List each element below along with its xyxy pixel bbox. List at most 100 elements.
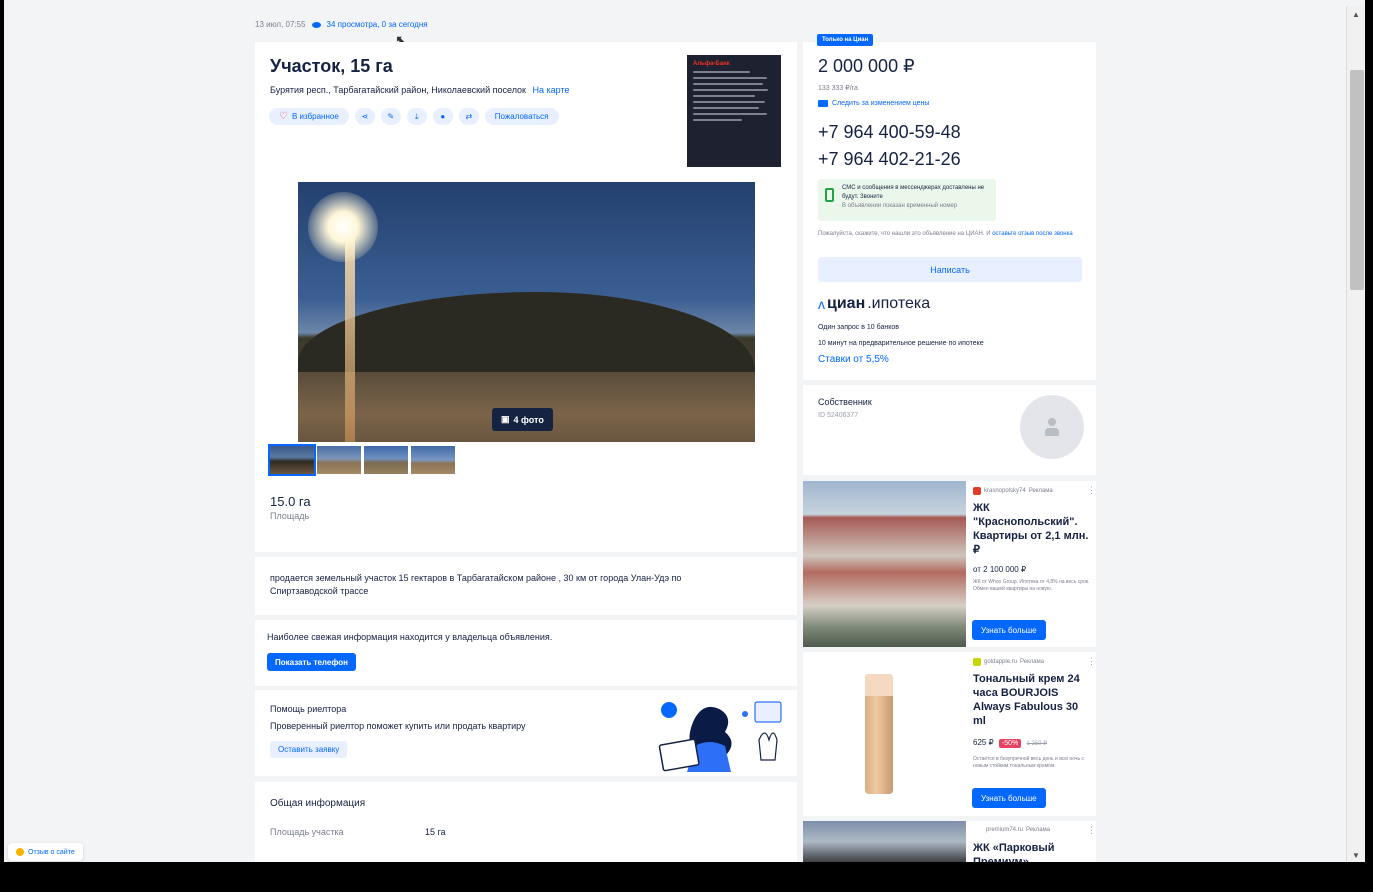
user-icon [1045,418,1059,436]
ad-description: Остаётся в безупречной весь день и всю н… [973,756,1084,769]
mortgage-rates-link[interactable]: Ставки от 5,5% [818,354,889,365]
realtor-help-card: Помощь риелтора Проверенный риелтор помо… [255,690,797,776]
cian-mortgage-logo[interactable]: ᴧ циан .ипотека [818,295,930,313]
scroll-up-icon[interactable]: ▲ [1352,10,1360,19]
learn-more-button[interactable]: Узнать больше [972,788,1046,808]
general-info-card: Общая информация Площадь участка 15 га [255,782,797,862]
views-link[interactable]: 34 просмотра, 0 за сегодня [327,20,428,29]
phone-number-1[interactable]: +7 964 400-59-48 [818,122,961,143]
scroll-thumb[interactable] [1350,70,1364,290]
price: 2 000 000 ₽ [818,56,915,76]
ad-card[interactable]: goldapple.ru Реклама ⋮ Тональный крем 24… [803,652,1096,816]
hide-icon: ● [440,112,446,121]
description-card: продается земельный участок 15 гектаров … [255,557,797,615]
scroll-down-icon[interactable]: ▼ [1352,851,1360,860]
leave-review-link[interactable]: оставьте отзыв после звонка [992,231,1072,237]
address-text: Бурятия респ., Тарбагатайский район, Ник… [270,85,526,95]
plot-area-value: 15 га [425,827,446,837]
ad-card[interactable]: krasnopolsky74 Реклама ⋮ ЖК "Краснопольс… [803,481,1096,647]
map-link[interactable]: На карте [533,85,570,95]
ad-source: premium74.ru Реклама [986,827,1050,833]
listing-card: Участок, 15 га Бурятия респ., Тарбагатай… [255,42,797,552]
track-price-link[interactable]: Следить за изменением цены [818,100,929,107]
sms-warning-note: В объявлении показан временный номер [842,203,958,209]
ad-source: krasnopolsky74 Реклама [973,487,1053,495]
share-icon: ⋖ [361,112,369,121]
download-button[interactable]: ⤓ [406,108,427,125]
show-phone-button[interactable]: Показать телефон [267,653,356,671]
ad-title[interactable]: Тональный крем 24 часа BOURJOIS Always F… [973,672,1091,728]
owner-title: Собственник [818,397,872,407]
more-options-icon[interactable]: ⋮ [1087,825,1096,836]
more-options-icon[interactable]: ⋮ [1087,485,1096,496]
photo-sun [308,192,378,262]
note-button[interactable]: ✎ [380,108,401,125]
bank-ad-brand: Альфа-Банк [693,61,730,67]
heart-icon: ♡ [279,111,288,122]
listing-title: Участок, 15 га [270,56,393,76]
photo-thumbnails [268,444,455,476]
plot-area-label: Площадь участка [270,827,344,837]
ad-title[interactable]: ЖК "Краснопольский". Квартиры от 2,1 млн… [973,501,1091,557]
phone-icon [825,188,834,202]
mail-icon [818,100,828,107]
ad-card[interactable]: premium74.ru Реклама ⋮ ЖК «Парковый Прем… [803,821,1096,862]
ad-image-buildings[interactable] [803,821,966,862]
old-price: 1 250 ₽ [1026,741,1047,747]
ad-title[interactable]: ЖК «Парковый Премиум» [973,841,1091,862]
cian-only-badge: Только на Циан [817,34,874,46]
photo-count-button[interactable]: ▣ 4 фото [492,408,553,431]
notice-text: Пожалуйста, скажите, что нашли это объяв… [818,231,991,237]
ad-image-buildings[interactable] [803,481,966,647]
cian-person-icon: ᴧ [818,296,825,312]
pencil-icon: ✎ [387,112,395,121]
browser-viewport: 13 июл, 07:55 34 просмотра, 0 за сегодня… [0,0,1373,862]
thumbnail[interactable] [364,446,408,474]
listing-actions: ♡ В избранное ⋖ ✎ ⤓ ● ⇄ Пожаловаться [269,108,559,125]
smile-icon [16,848,24,856]
report-button[interactable]: Пожаловаться [484,108,559,125]
avatar [1020,395,1084,459]
mortgage-line-1: Один запрос в 10 банков [818,324,899,331]
thumbnail[interactable] [411,446,455,474]
scrollbar[interactable]: ▲ ▼ [1346,6,1366,862]
ad-price: от 2 100 000 ₽ [973,565,1027,574]
ad-source-icon [973,487,981,495]
owner-id: ID 52406377 [818,412,859,419]
ad-image-product[interactable] [803,652,966,816]
bank-ad-banner[interactable]: Альфа-Банк [687,55,781,167]
leave-request-button[interactable]: Оставить заявку [270,741,348,758]
share-button[interactable]: ⋖ [354,108,375,125]
ad-source-name: krasnopolsky74 [984,488,1026,494]
feedback-label: Отзыв о сайте [28,848,75,856]
publish-date: 13 июл, 07:55 [255,20,306,29]
listing-address: Бурятия респ., Тарбагатайский район, Ник… [270,85,570,95]
hide-button[interactable]: ● [432,108,453,125]
window-edge [1365,0,1373,862]
site-feedback-button[interactable]: Отзыв о сайте [8,843,83,861]
thumbnail[interactable] [317,446,361,474]
ad-source-name: goldapple.ru [984,659,1018,665]
main-photo[interactable]: ▣ 4 фото [298,182,755,442]
foundation-bottle-cap [865,674,893,696]
compare-button[interactable]: ⇄ [458,108,479,125]
thumbnail[interactable] [268,444,316,476]
favorite-button[interactable]: ♡ В избранное [269,108,349,125]
owner-card: Собственник ID 52406377 [803,385,1096,475]
price-per-unit: 133 333 ₽/га [818,85,858,92]
realtor-illustration [658,701,782,772]
camera-icon: ▣ [501,414,510,424]
favorite-label: В избранное [291,112,339,121]
photo-field [298,372,755,442]
realtor-subtitle: Проверенный риелтор поможет купить или п… [270,721,526,731]
more-options-icon[interactable]: ⋮ [1087,656,1096,667]
phone-number-2[interactable]: +7 964 402-21-26 [818,149,961,170]
ad-price: 625 ₽ [973,738,994,747]
write-message-button[interactable]: Написать [818,257,1082,282]
ad-source-tag: Реклама [1020,659,1045,665]
ad-source: goldapple.ru Реклама [973,658,1044,666]
learn-more-button[interactable]: Узнать больше [972,620,1046,640]
fresh-info-card: Наиболее свежая информация находится у в… [255,620,797,686]
price-card: 2 000 000 ₽ 133 333 ₽/га Следить за изме… [803,42,1096,380]
cian-notice: Пожалуйста, скажите, что нашли это объяв… [818,229,1078,239]
